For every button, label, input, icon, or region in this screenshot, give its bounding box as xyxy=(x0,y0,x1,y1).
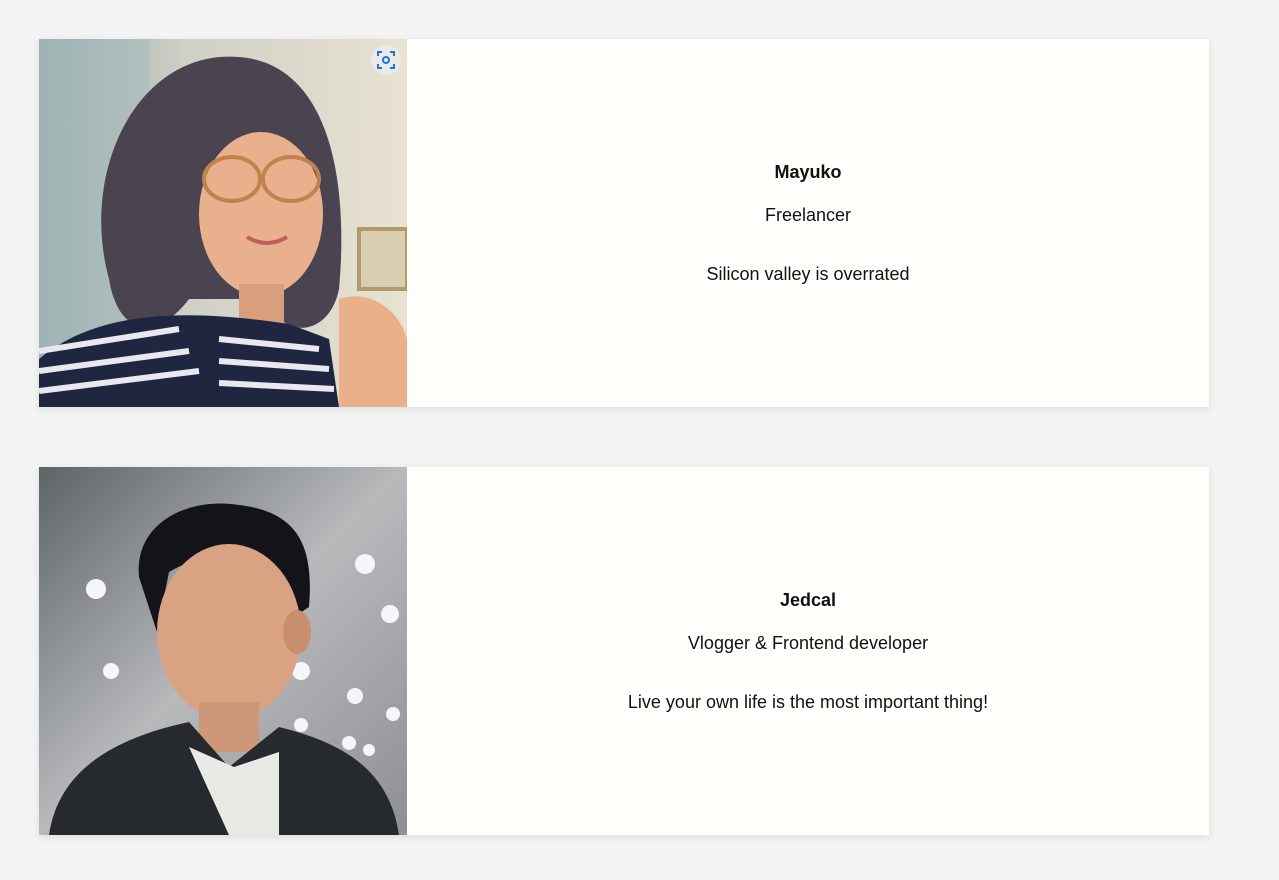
profile-role: Freelancer xyxy=(764,204,852,225)
profile-card-mayuko: Mayuko Freelancer Silicon valley is over… xyxy=(39,39,1209,407)
profile-quote: Silicon valley is overrated xyxy=(706,263,910,284)
profile-info-mayuko: Mayuko Freelancer Silicon valley is over… xyxy=(407,39,1209,407)
profile-info-jedcal: Jedcal Vlogger & Frontend developer Live… xyxy=(407,467,1209,835)
profile-card-jedcal: Jedcal Vlogger & Frontend developer Live… xyxy=(39,467,1209,835)
portrait-image xyxy=(39,39,407,407)
visual-search-icon[interactable] xyxy=(371,45,401,75)
profile-photo-mayuko xyxy=(39,39,407,407)
profile-photo-jedcal xyxy=(39,467,407,835)
profile-quote: Live your own life is the most important… xyxy=(627,691,989,712)
portrait-image xyxy=(39,467,407,835)
profile-name: Jedcal xyxy=(779,589,837,610)
profile-role: Vlogger & Frontend developer xyxy=(687,632,929,653)
profile-name: Mayuko xyxy=(774,161,842,182)
